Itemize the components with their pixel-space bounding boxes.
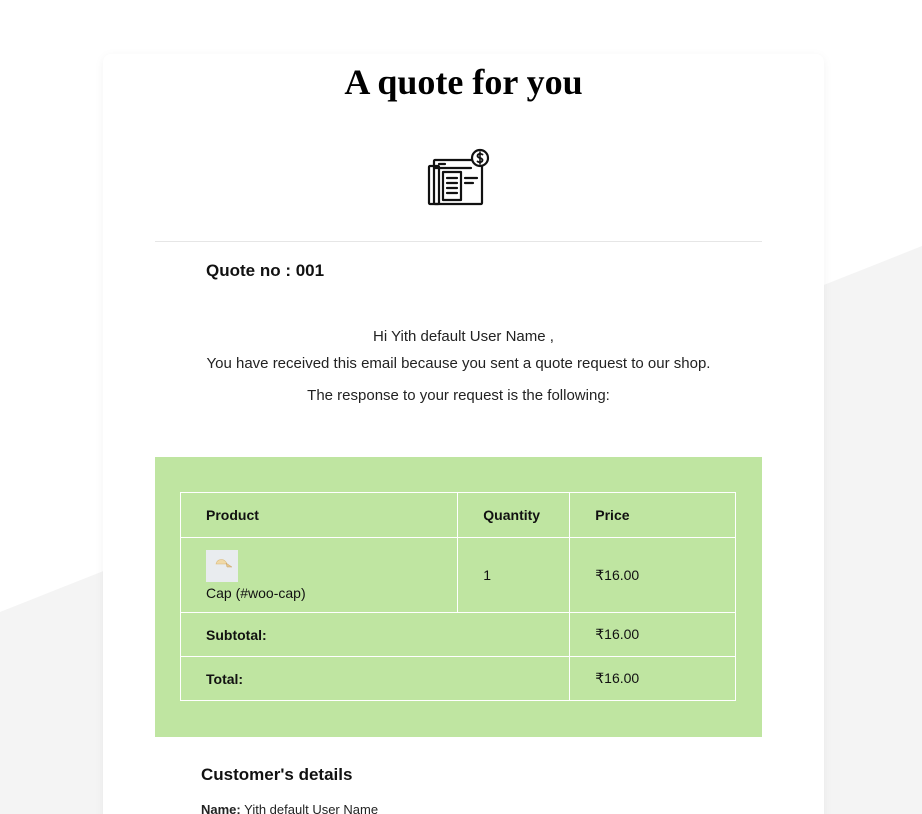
subtotal-value: ₹16.00 xyxy=(569,612,736,657)
customer-details-heading: Customer's details xyxy=(201,765,353,784)
header-divider xyxy=(155,241,762,242)
quote-table: Product Quantity Price Cap (#woo-cap) 1 … xyxy=(179,492,736,701)
message-text: You have received this email because you… xyxy=(206,355,711,404)
total-value: ₹16.00 xyxy=(569,656,736,701)
quantity-cell: 1 xyxy=(457,537,571,613)
subtotal-row: Subtotal: ₹16.00 xyxy=(179,612,736,657)
customer-name-label: Name: xyxy=(201,802,241,814)
total-row: Total: ₹16.00 xyxy=(179,656,736,701)
quote-document-dollar-icon xyxy=(425,148,491,214)
customer-name-line: Name: Yith default User Name xyxy=(201,802,378,814)
email-card: A quote for you Quote no : 001 Hi Yith d… xyxy=(103,54,824,814)
header-quantity: Quantity xyxy=(457,492,571,538)
header-product: Product xyxy=(179,492,459,538)
quote-table-panel: Product Quantity Price Cap (#woo-cap) 1 … xyxy=(155,457,762,737)
total-label: Total: xyxy=(179,656,571,701)
quote-number: Quote no : 001 xyxy=(206,261,325,280)
table-header-row: Product Quantity Price xyxy=(179,492,736,538)
cap-thumbnail-icon[interactable] xyxy=(206,549,238,582)
subtotal-label: Subtotal: xyxy=(179,612,571,657)
header-price: Price xyxy=(569,492,736,538)
table-row: Cap (#woo-cap) 1 ₹16.00 xyxy=(179,537,736,613)
email-title: A quote for you xyxy=(344,62,583,102)
product-name[interactable]: Cap (#woo-cap) xyxy=(206,585,432,601)
customer-name-value: Yith default User Name xyxy=(244,802,379,814)
product-cell: Cap (#woo-cap) xyxy=(179,537,459,613)
price-cell: ₹16.00 xyxy=(569,537,736,613)
